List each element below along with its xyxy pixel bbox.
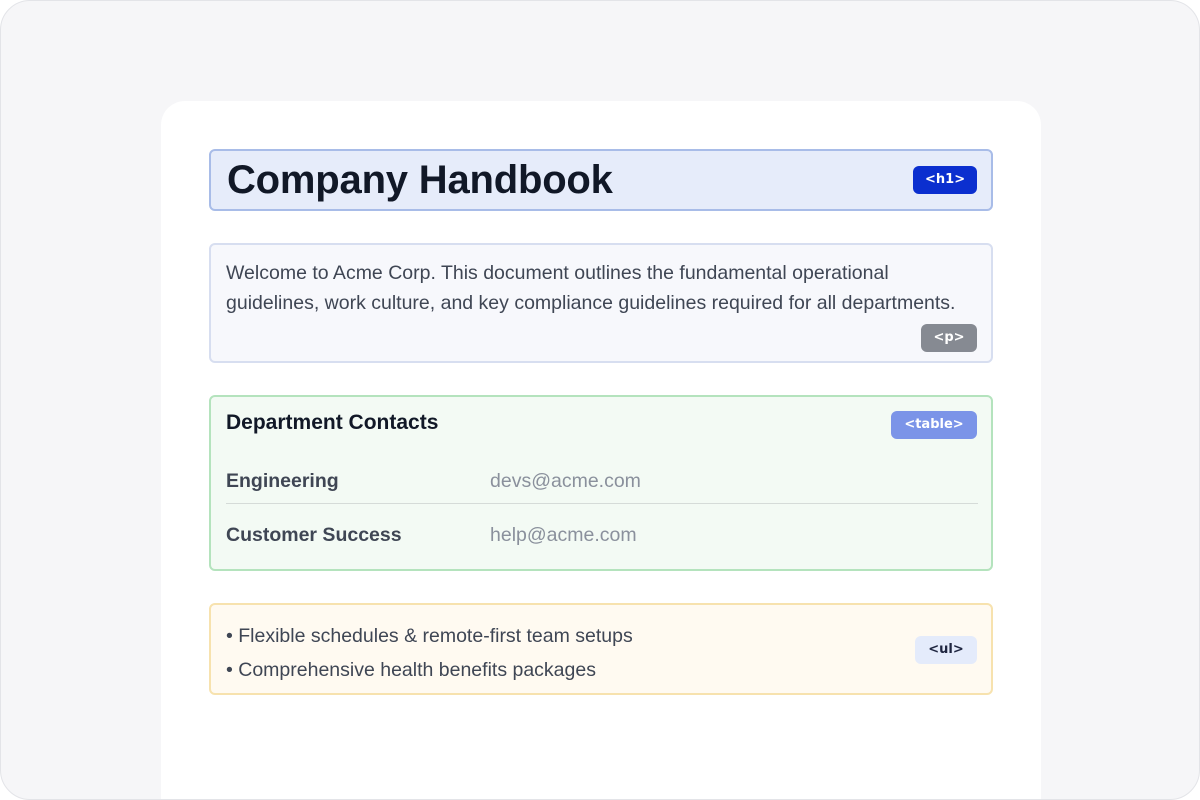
page-title: Company Handbook [227,158,613,202]
list-block[interactable]: • Flexible schedules & remote-first team… [209,603,993,695]
window-frame: Company Handbook <h1> Welcome to Acme Co… [0,0,1200,800]
table-tag-badge: <table> [891,411,977,439]
list-item: • Comprehensive health benefits packages [226,659,596,681]
document-card: Company Handbook <h1> Welcome to Acme Co… [161,101,1041,799]
table-title: Department Contacts [226,411,439,434]
table-block[interactable]: Department Contacts <table> Engineering … [209,395,993,571]
h1-tag-badge: <h1> [913,166,977,194]
ul-tag-badge: <ul> [915,636,977,664]
department-email: help@acme.com [490,524,637,546]
table-row: Engineering devs@acme.com [226,463,978,504]
department-email: devs@acme.com [490,470,641,492]
department-name: Customer Success [226,524,402,546]
intro-paragraph: Welcome to Acme Corp. This document outl… [226,262,956,314]
list-item: • Flexible schedules & remote-first team… [226,625,633,647]
p-tag-badge: <p> [921,324,977,352]
department-name: Engineering [226,470,339,492]
table-row: Customer Success help@acme.com [226,517,978,557]
paragraph-block[interactable]: Welcome to Acme Corp. This document outl… [209,243,993,363]
benefits-list: • Flexible schedules & remote-first team… [226,619,633,687]
h1-block[interactable]: Company Handbook <h1> [209,149,993,211]
